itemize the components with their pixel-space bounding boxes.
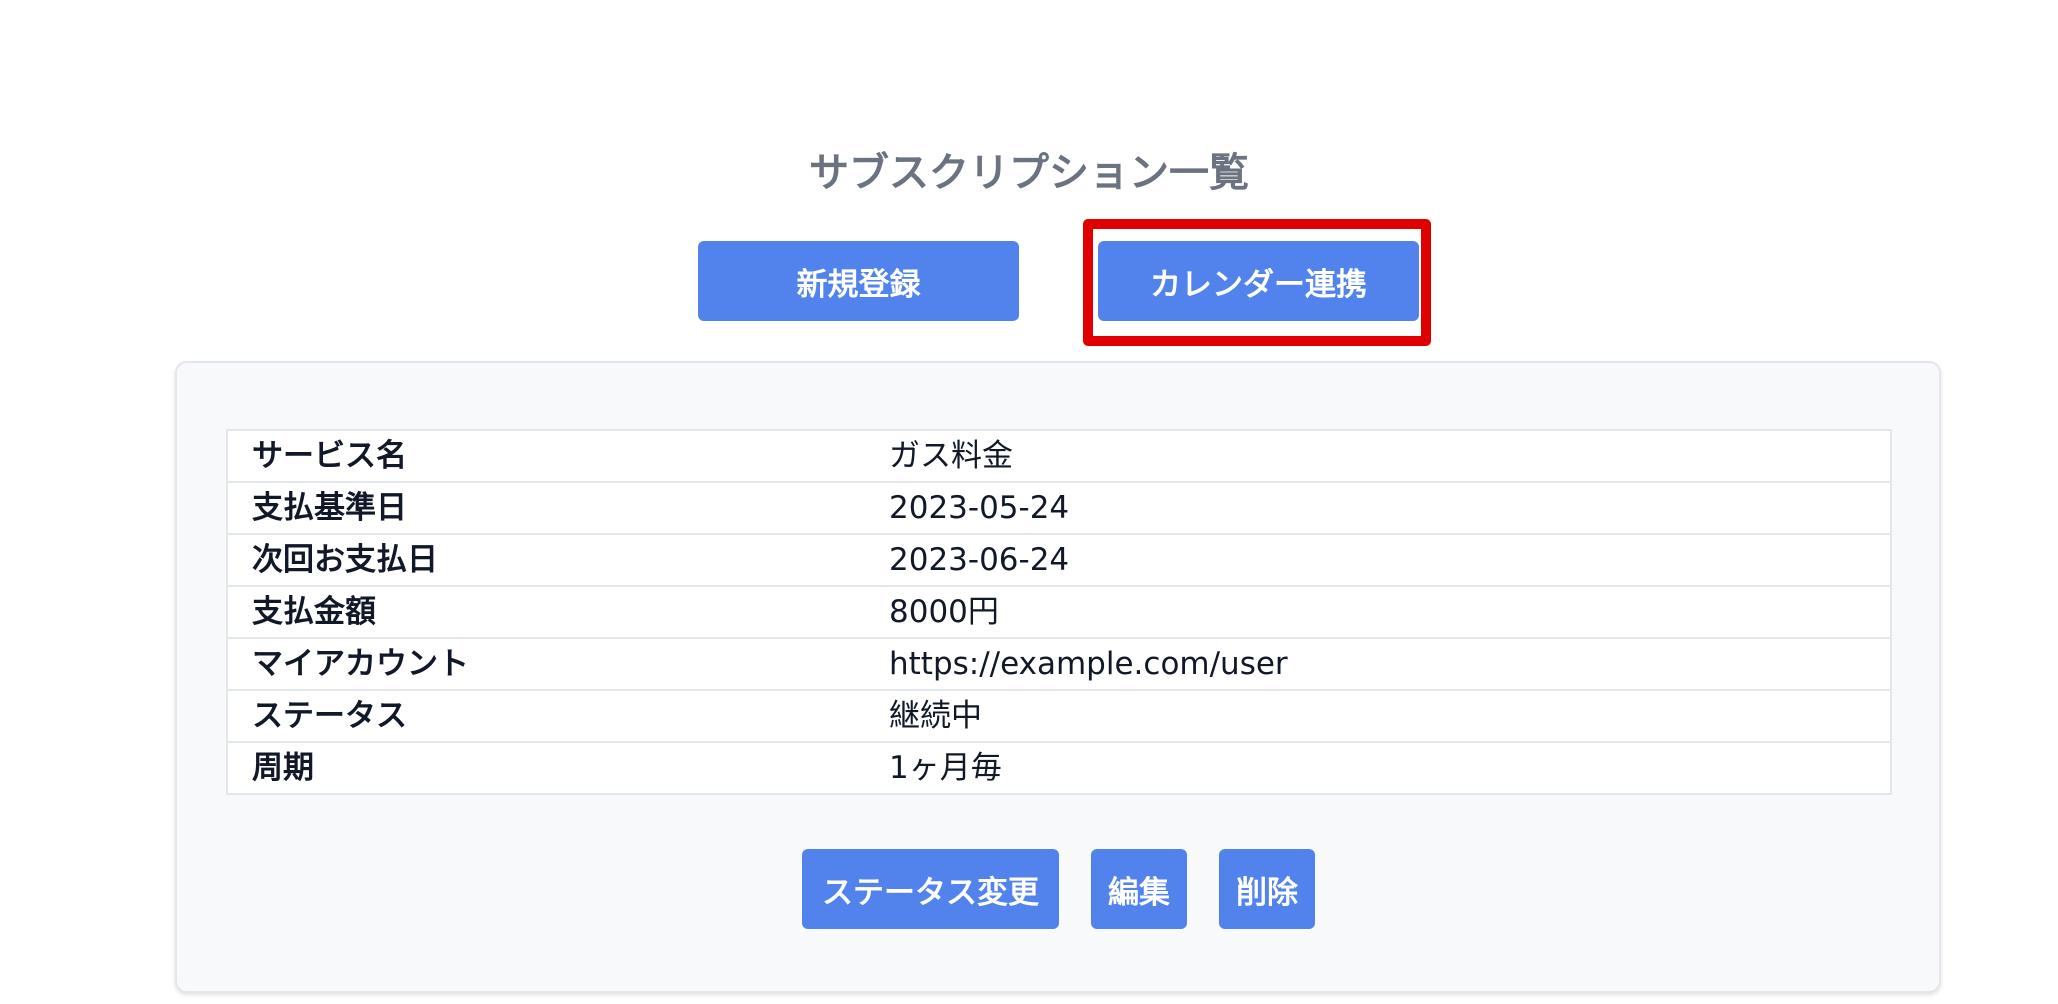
calendar-sync-button[interactable]: カレンダー連携 (1098, 241, 1419, 321)
table-row-service-name: サービス名 ガス料金 (226, 429, 1892, 483)
row-label: 支払金額 (226, 585, 865, 639)
row-value: 1ヶ月毎 (865, 741, 1892, 795)
edit-button[interactable]: 編集 (1091, 849, 1187, 929)
row-value: 継続中 (865, 689, 1892, 743)
row-value: https://example.com/user (865, 637, 1892, 691)
table-row-my-account: マイアカウント https://example.com/user (226, 637, 1892, 691)
table-row-amount: 支払金額 8000円 (226, 585, 1892, 639)
row-label: 次回お支払日 (226, 533, 865, 587)
row-value: 2023-05-24 (865, 481, 1892, 535)
row-value: 2023-06-24 (865, 533, 1892, 587)
new-registration-button[interactable]: 新規登録 (698, 241, 1019, 321)
status-change-button[interactable]: ステータス変更 (802, 849, 1059, 929)
table-row-cycle: 周期 1ヶ月毎 (226, 741, 1892, 795)
delete-button[interactable]: 削除 (1219, 849, 1315, 929)
row-value: 8000円 (865, 585, 1892, 639)
subscription-detail-table: サービス名 ガス料金 支払基準日 2023-05-24 次回お支払日 2023-… (226, 429, 1892, 795)
row-label: 周期 (226, 741, 865, 795)
row-label: サービス名 (226, 429, 865, 483)
row-label: 支払基準日 (226, 481, 865, 535)
page-title: サブスクリプション一覧 (809, 150, 1249, 196)
table-row-status: ステータス 継続中 (226, 689, 1892, 743)
table-row-next-payment-date: 次回お支払日 2023-06-24 (226, 533, 1892, 587)
row-value: ガス料金 (865, 429, 1892, 483)
table-row-base-date: 支払基準日 2023-05-24 (226, 481, 1892, 535)
row-label: マイアカウント (226, 637, 865, 691)
row-label: ステータス (226, 689, 865, 743)
